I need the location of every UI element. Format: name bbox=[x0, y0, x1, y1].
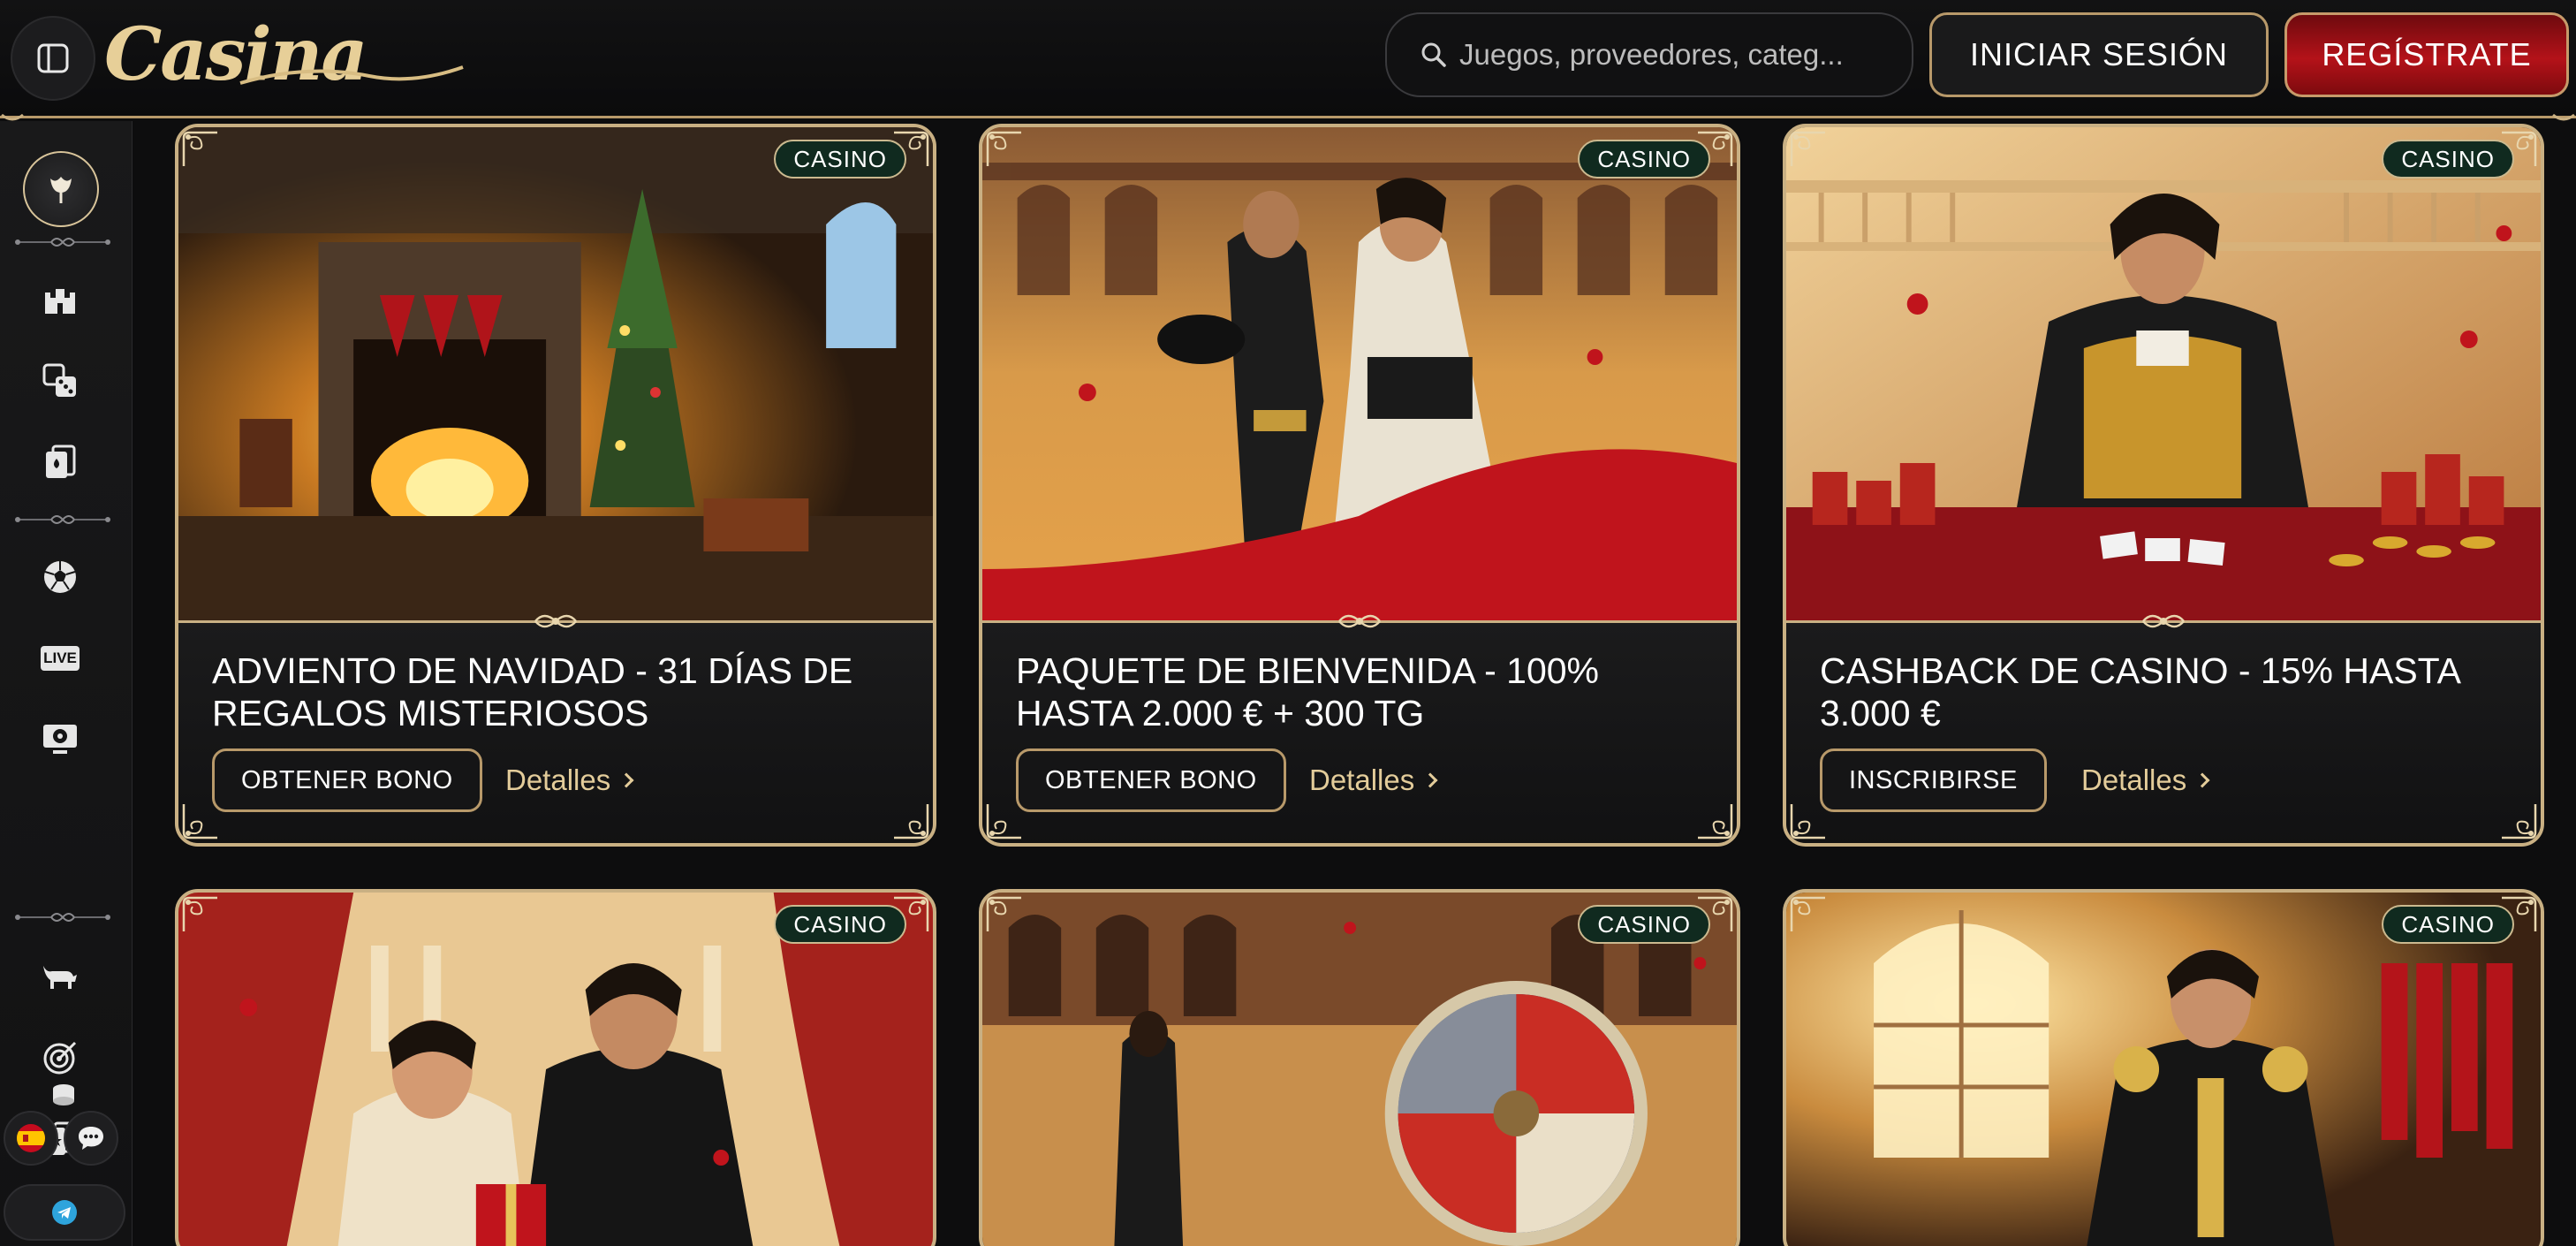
sidebar-item-sports[interactable] bbox=[39, 556, 81, 598]
promo-card-body: CASHBACK DE CASINO - 15% HASTA 3.000 € I… bbox=[1786, 620, 2541, 843]
casina-logo[interactable]: Casina bbox=[104, 5, 464, 111]
card-divider-ornament bbox=[2140, 609, 2187, 634]
corner-ornament bbox=[2498, 894, 2539, 935]
live-chat-button[interactable] bbox=[64, 1111, 118, 1166]
search-icon bbox=[1421, 42, 1446, 67]
corner-ornament bbox=[2498, 801, 2539, 841]
promo-title: CASHBACK DE CASINO - 15% HASTA 3.000 € bbox=[1820, 650, 2459, 733]
search-placeholder: Juegos, proveedores, categ... bbox=[1459, 38, 1844, 71]
corner-ornament bbox=[984, 801, 1025, 841]
sidebar-divider bbox=[14, 909, 111, 925]
promo-card[interactable]: CASINO PAQUETE DE BIENVENIDA - 100% HAST… bbox=[979, 124, 1740, 847]
promo-title: ADVIENTO DE NAVIDAD - 31 DÍAS DE REGALOS… bbox=[212, 650, 853, 733]
chevron-right-icon bbox=[2194, 772, 2210, 788]
target-icon bbox=[43, 1041, 77, 1075]
promo-card[interactable]: CASINO CASHBACK DE CASINO - 15% HASTA 3.… bbox=[1783, 124, 2544, 847]
category-badge: CASINO bbox=[1578, 140, 1710, 179]
sign-up-button[interactable]: INSCRIBIRSE bbox=[1820, 748, 2047, 812]
slots-dice-icon bbox=[42, 363, 76, 397]
chat-icon bbox=[79, 1127, 103, 1150]
chevron-right-icon bbox=[618, 772, 634, 788]
home-tulip-icon bbox=[50, 177, 72, 203]
language-selector[interactable] bbox=[4, 1111, 58, 1166]
corner-ornament bbox=[1694, 894, 1735, 935]
sidebar-item-table-games[interactable] bbox=[39, 441, 81, 483]
sidebar-divider bbox=[14, 512, 111, 528]
promo-card-body: ADVIENTO DE NAVIDAD - 31 DÍAS DE REGALOS… bbox=[178, 620, 933, 843]
search-input[interactable]: Juegos, proveedores, categ... bbox=[1385, 12, 1913, 97]
promo-image-matador bbox=[1786, 893, 2541, 1246]
get-bonus-button[interactable]: OBTENER BONO bbox=[212, 748, 482, 812]
top-header: Casina Juegos, proveedores, categ... INI… bbox=[0, 0, 2576, 121]
corner-ornament bbox=[1694, 129, 1735, 170]
corner-ornament bbox=[180, 894, 221, 935]
register-button[interactable]: REGÍSTRATE bbox=[2284, 12, 2569, 97]
sidebar-toggle-icon bbox=[37, 43, 69, 73]
details-label: Detalles bbox=[505, 764, 611, 796]
details-link[interactable]: Detalles bbox=[2081, 748, 2210, 812]
corner-ornament bbox=[1788, 801, 1829, 841]
sidebar-item-bullfight[interactable] bbox=[39, 955, 81, 998]
soccer-ball-icon bbox=[44, 561, 76, 593]
corner-ornament bbox=[180, 129, 221, 170]
corner-ornament bbox=[984, 129, 1025, 170]
header-ornament-right bbox=[2552, 113, 2575, 121]
promo-card[interactable]: CASINO bbox=[175, 889, 936, 1246]
category-badge: CASINO bbox=[774, 140, 906, 179]
promo-image-couple bbox=[178, 893, 933, 1246]
card-divider-ornament bbox=[1336, 609, 1383, 634]
cards-icon bbox=[46, 444, 76, 478]
promo-title: PAQUETE DE BIENVENIDA - 100% HASTA 2.000… bbox=[1016, 650, 1600, 733]
corner-ornament bbox=[890, 801, 931, 841]
spain-flag-icon bbox=[17, 1124, 45, 1152]
sidebar-item-slots[interactable] bbox=[39, 360, 81, 402]
telegram-button[interactable] bbox=[4, 1184, 125, 1241]
corner-ornament bbox=[890, 894, 931, 935]
virtual-sports-icon bbox=[43, 725, 77, 754]
sidebar-item-casino[interactable] bbox=[39, 278, 81, 321]
category-badge: CASINO bbox=[1578, 905, 1710, 944]
corner-ornament bbox=[1694, 801, 1735, 841]
corner-ornament bbox=[1788, 894, 1829, 935]
get-bonus-button[interactable]: OBTENER BONO bbox=[1016, 748, 1286, 812]
live-icon: LIVE bbox=[41, 646, 80, 671]
promo-image-wheel bbox=[982, 893, 1737, 1246]
corner-ornament bbox=[890, 129, 931, 170]
details-label: Detalles bbox=[2081, 764, 2187, 796]
category-badge: CASINO bbox=[2382, 140, 2514, 179]
promo-card-body: PAQUETE DE BIENVENIDA - 100% HASTA 2.000… bbox=[982, 620, 1737, 843]
promo-image-cashback bbox=[1786, 127, 2541, 620]
promo-image-christmas bbox=[178, 127, 933, 620]
bull-icon bbox=[43, 966, 77, 989]
promo-card[interactable]: CASINO bbox=[1783, 889, 2544, 1246]
promo-card[interactable]: CASINO bbox=[979, 889, 1740, 1246]
login-button[interactable]: INICIAR SESIÓN bbox=[1929, 12, 2269, 97]
sidebar-item-virtual-sports[interactable] bbox=[39, 718, 81, 761]
corner-ornament bbox=[180, 801, 221, 841]
telegram-icon bbox=[52, 1200, 77, 1225]
corner-ornament bbox=[984, 894, 1025, 935]
promo-card[interactable]: CASINO ADVIENTO DE NAVIDAD - 31 DÍAS DE … bbox=[175, 124, 936, 847]
details-label: Detalles bbox=[1309, 764, 1415, 796]
chevron-right-icon bbox=[1422, 772, 1438, 788]
category-badge: CASINO bbox=[2382, 905, 2514, 944]
sidebar-bottom-row bbox=[4, 1111, 127, 1174]
sidebar-item-challenges[interactable] bbox=[39, 1037, 81, 1079]
sidebar-divider bbox=[14, 234, 111, 250]
category-badge: CASINO bbox=[774, 905, 906, 944]
promo-image-welcome bbox=[982, 127, 1737, 620]
card-divider-ornament bbox=[532, 609, 580, 634]
corner-ornament bbox=[2498, 129, 2539, 170]
logo-swash bbox=[239, 65, 464, 85]
sidebar-item-home[interactable] bbox=[23, 151, 99, 227]
details-link[interactable]: Detalles bbox=[1309, 748, 1438, 812]
sidebar-toggle-button[interactable] bbox=[11, 16, 95, 101]
details-link[interactable]: Detalles bbox=[505, 748, 634, 812]
sidebar-item-live[interactable]: LIVE bbox=[39, 637, 81, 680]
castle-icon bbox=[45, 289, 75, 314]
corner-ornament bbox=[1788, 129, 1829, 170]
